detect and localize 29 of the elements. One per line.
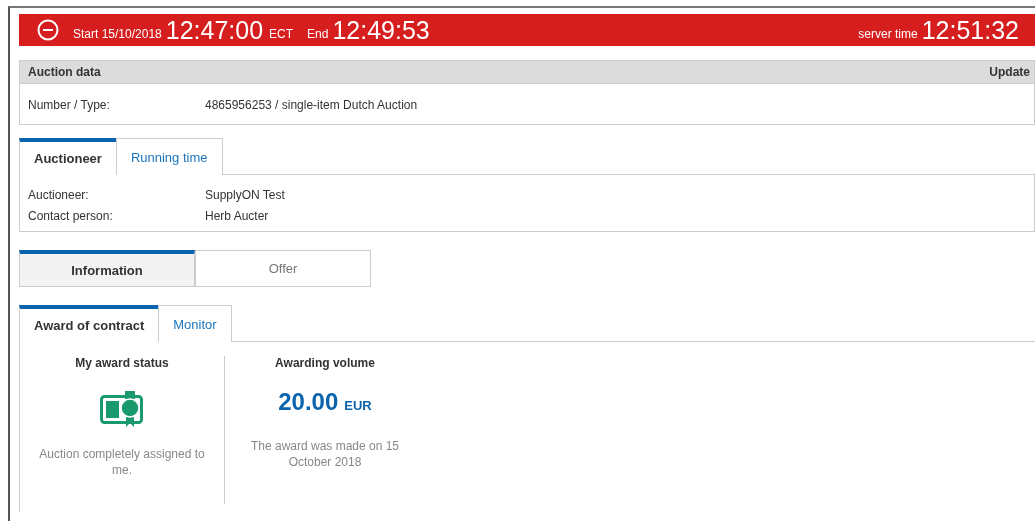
tab[interactable]: Award of contract	[19, 305, 160, 342]
status-text: Auction completely assigned to me.	[38, 446, 206, 478]
certificate-icon	[100, 390, 144, 428]
end-time: 12:49:53	[332, 15, 430, 45]
time-zone: ECT	[269, 27, 294, 41]
tab[interactable]: Running time	[115, 138, 223, 175]
end-label: End	[307, 27, 329, 41]
panel-title: Auction data	[28, 65, 101, 79]
field-value: 4865956253 / single-item Dutch Auction	[205, 98, 418, 112]
field-label: Number / Type:	[28, 98, 111, 112]
field-label: Contact person:	[28, 209, 114, 223]
minus-circle-icon[interactable]	[37, 19, 59, 41]
currency: EUR	[344, 398, 372, 413]
tab[interactable]: Monitor	[158, 305, 232, 342]
amount: 20.00	[278, 388, 339, 416]
award-date-text: The award was made on 15 October 2018	[250, 438, 400, 470]
column-title: My award status	[75, 356, 169, 370]
update-link[interactable]: Update	[989, 65, 1030, 79]
server-time: 12:51:32	[921, 15, 1019, 45]
toggle-button[interactable]: Information	[19, 250, 195, 287]
field-value: SupplyON Test	[205, 188, 285, 202]
tab[interactable]: Auctioneer	[19, 138, 117, 175]
start-time: 12:47:00	[165, 15, 264, 45]
toggle-button[interactable]: Offer	[195, 250, 371, 287]
column-title: Awarding volume	[275, 356, 375, 370]
start-label: Start 15/10/2018	[73, 27, 162, 41]
field-label: Auctioneer:	[28, 188, 90, 202]
field-value: Herb Aucter	[205, 209, 269, 223]
server-time-label: server time	[858, 27, 918, 41]
